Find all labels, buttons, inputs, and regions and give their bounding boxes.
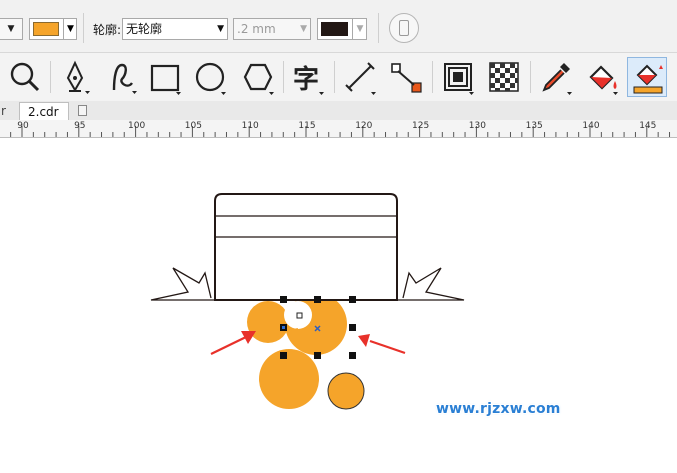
toolbox: 字 [0,53,677,102]
ruler-label: 130 [468,121,486,131]
chevron-down-icon: ▼ [300,24,307,34]
hexagon-icon [243,63,274,95]
node-handle[interactable] [296,312,303,319]
separator [432,61,433,93]
smart-fill-icon [633,64,663,94]
pen-nib-icon [66,60,90,94]
zoom-tool[interactable] [5,57,45,97]
freehand-curve-icon [112,63,137,94]
red-arrow-left [210,331,256,355]
ruler-label: 115 [298,121,316,131]
outline-label: 轮廓: [93,23,122,37]
ruler-label: 120 [355,121,373,131]
rectangle-icon [150,64,181,95]
outline-style-select[interactable]: 无轮廓 ▼ [122,18,228,40]
horizontal-ruler[interactable]: 90 95 100 105 110 115 120 125 130 135 140 145 [0,120,677,138]
drawing-canvas[interactable] [0,138,677,473]
page-icon [399,20,409,36]
rectangle-tool[interactable] [145,57,185,97]
property-bar: ▼ ▼ 轮廓: 无轮廓 ▼ .2 mm ▼ ▼ [0,0,677,53]
eyedropper-icon [542,63,572,95]
contour-icon [444,63,474,95]
polygon-tool[interactable] [238,57,278,97]
handle-bottom-right[interactable] [349,352,356,359]
tab-previous-document[interactable]: r [0,102,14,120]
ruler-label: 95 [74,121,86,131]
ruler-label: 145 [639,121,657,131]
orange-circle-left[interactable] [247,301,289,343]
transparency-tool[interactable] [484,57,524,97]
outline-color-picker[interactable]: ▼ [317,18,367,40]
chevron-down-icon: ▼ [352,19,367,39]
dropdown-corner-icon [319,92,324,95]
eyedropper-tool[interactable] [536,57,576,97]
orange-circle-large[interactable] [259,349,319,409]
smart-fill-tool[interactable] [627,57,667,97]
ruler-label: 140 [582,121,600,131]
ruler-label: 105 [184,121,202,131]
separator [50,61,51,93]
ruler-label: 90 [17,121,29,131]
red-arrow-right [358,334,406,355]
orange-circle-small[interactable] [327,372,365,410]
outline-style-value: 无轮廓 [126,22,163,36]
fill-color-picker[interactable]: ▼ [29,18,77,40]
contour-tool[interactable] [438,57,478,97]
handle-top-left[interactable] [280,296,287,303]
pen-tool[interactable] [55,57,95,97]
chevron-down-icon: ▼ [63,19,77,39]
dimension-tool[interactable] [340,57,380,97]
chevron-down-icon: ▼ [217,24,224,34]
separator [83,13,84,43]
ruler-label: 110 [241,121,259,131]
previous-dropdown-arrow[interactable]: ▼ [0,18,23,40]
watermark-text: www.rjzxw.com [436,401,561,417]
handle-bottom-middle[interactable] [314,352,321,359]
outline-color-swatch [321,22,348,36]
ellipse-icon [195,62,226,95]
tab-2cdr[interactable]: 2.cdr [19,102,69,120]
handle-top-right[interactable] [349,296,356,303]
left-wing-shape[interactable] [150,267,214,301]
connector-tool[interactable] [386,57,426,97]
text-tool[interactable]: 字 [288,57,328,97]
document-tab-bar: r 2.cdr [0,101,677,121]
scale-with-object-button[interactable] [389,13,419,43]
right-wing-shape[interactable] [398,267,465,301]
handle-bottom-left[interactable] [280,352,287,359]
handle-top-middle[interactable] [314,296,321,303]
handle-node-marker [282,326,285,329]
box-shape[interactable] [214,193,398,301]
outline-width-value: .2 mm [237,22,276,36]
ruler-label: 125 [412,121,430,131]
separator [283,61,284,93]
outline-width-field[interactable]: .2 mm ▼ [233,18,311,40]
dimension-line-icon [345,62,376,95]
checkerboard-icon [489,62,519,92]
separator [530,61,531,93]
ruler-ticks [10,126,671,137]
paint-bucket-icon [589,65,618,95]
fill-tool[interactable] [582,57,622,97]
fill-color-swatch [33,22,59,36]
new-tab-icon[interactable] [78,105,87,116]
ruler-label: 135 [525,121,543,131]
ruler-label: 100 [128,121,146,131]
separator [378,13,379,43]
freehand-tool[interactable] [102,57,142,97]
ellipse-tool[interactable] [190,57,230,97]
separator [334,61,335,93]
connector-icon [391,63,422,93]
handle-middle-right[interactable] [349,324,356,331]
magnifier-icon [10,62,40,92]
